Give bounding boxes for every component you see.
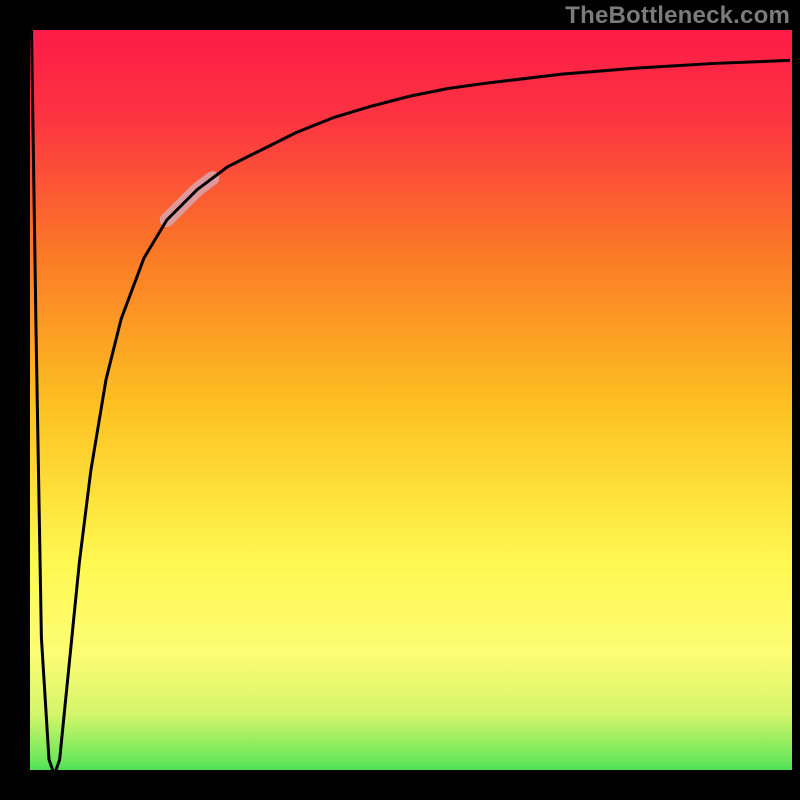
gradient-background	[30, 30, 792, 790]
watermark-text: TheBottleneck.com	[565, 2, 790, 30]
frame-left	[0, 0, 30, 800]
bottleneck-chart	[0, 0, 800, 800]
chart-container: TheBottleneck.com	[0, 0, 800, 800]
frame-right	[792, 0, 800, 800]
frame-bottom	[0, 770, 800, 800]
